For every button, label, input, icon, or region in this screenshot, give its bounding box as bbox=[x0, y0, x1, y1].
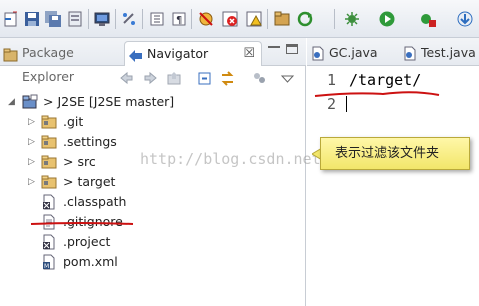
link-with-editor-icon[interactable] bbox=[219, 70, 236, 87]
file-x-icon bbox=[41, 234, 57, 250]
tab-label: Navigator bbox=[147, 46, 209, 61]
toolbar-separator bbox=[334, 9, 335, 29]
svg-text:M: M bbox=[44, 263, 49, 270]
red-underline-target bbox=[314, 91, 440, 97]
editor-panel: GC.java Test.java 1 2 /target/ bbox=[307, 38, 479, 306]
navigator-panel: Package Explorer Navigator ☒ ◢ > J2SE [J… bbox=[0, 38, 306, 306]
expand-arrow-icon[interactable]: ▷ bbox=[28, 152, 38, 172]
svg-text:¶: ¶ bbox=[176, 15, 182, 26]
save-icon[interactable] bbox=[23, 10, 41, 28]
project-icon bbox=[22, 94, 38, 110]
annotation-callout: 表示过滤该文件夹 bbox=[320, 137, 470, 170]
java-file-icon bbox=[311, 46, 326, 61]
tree-label: .git bbox=[63, 114, 84, 129]
tree-item-file[interactable]: .classpath bbox=[8, 192, 208, 212]
tree-label: .settings bbox=[63, 134, 117, 149]
tab-test-java[interactable]: Test.java bbox=[399, 42, 479, 66]
view-menu-icon[interactable] bbox=[279, 70, 296, 87]
collapse-all-icon[interactable] bbox=[196, 70, 213, 87]
tree-label: .classpath bbox=[63, 194, 127, 209]
view-toolbar bbox=[0, 66, 306, 92]
link-icon[interactable] bbox=[120, 10, 138, 28]
tab-package-explorer[interactable]: Package Explorer bbox=[0, 41, 124, 84]
minimize-icon[interactable] bbox=[268, 46, 280, 49]
grid-icon[interactable] bbox=[148, 10, 166, 28]
close-icon[interactable]: ☒ bbox=[243, 42, 255, 66]
tree-label: .project bbox=[63, 234, 111, 249]
save-all-icon[interactable] bbox=[44, 10, 62, 28]
folder-icon bbox=[41, 154, 57, 170]
expand-arrow-icon[interactable]: ▷ bbox=[28, 132, 38, 152]
bug-off-icon[interactable] bbox=[197, 10, 215, 28]
expand-arrow-icon[interactable]: ▷ bbox=[28, 172, 38, 192]
tree-item-project[interactable]: ◢ > J2SE [J2SE master] bbox=[8, 92, 208, 112]
tree-item-folder[interactable]: ▷ .settings bbox=[8, 132, 208, 152]
toolbar-separator bbox=[267, 9, 268, 29]
left-tab-bar: Package Explorer Navigator ☒ bbox=[0, 38, 306, 84]
editor-tab-bar: GC.java Test.java bbox=[307, 38, 479, 66]
folder-icon bbox=[41, 114, 57, 130]
collapse-arrow-icon[interactable]: ◢ bbox=[8, 92, 18, 112]
tree-item-folder[interactable]: ▷ > target bbox=[8, 172, 208, 192]
tree-item-file[interactable]: .project bbox=[8, 232, 208, 252]
toolbar-separator bbox=[88, 9, 89, 29]
run-icon[interactable] bbox=[378, 10, 396, 28]
tree-label: pom.xml bbox=[63, 254, 118, 269]
main-toolbar: ¶ bbox=[0, 0, 479, 38]
tab-navigator[interactable]: Navigator ☒ bbox=[124, 41, 262, 66]
file-x-icon bbox=[41, 194, 57, 210]
toolbar-separator bbox=[142, 9, 143, 29]
xml-file-icon: M bbox=[41, 254, 57, 270]
refresh-icon[interactable] bbox=[296, 10, 314, 28]
tab-gc-java[interactable]: GC.java bbox=[307, 42, 395, 66]
navigator-icon bbox=[128, 47, 143, 62]
filter-icon[interactable] bbox=[251, 70, 268, 87]
run-config-icon[interactable] bbox=[419, 10, 437, 28]
back-icon[interactable] bbox=[118, 70, 135, 87]
warning-icon[interactable] bbox=[245, 10, 263, 28]
up-folder-icon[interactable] bbox=[166, 70, 183, 87]
red-underline-gitignore bbox=[30, 222, 134, 225]
paragraph-icon[interactable]: ¶ bbox=[170, 10, 188, 28]
expand-arrow-icon[interactable]: ▷ bbox=[28, 112, 38, 132]
error-icon[interactable] bbox=[221, 10, 239, 28]
gear-bug-icon[interactable] bbox=[343, 10, 361, 28]
tree-label: > J2SE [J2SE master] bbox=[43, 94, 175, 109]
folder-icon bbox=[41, 134, 57, 150]
line-number-gutter: 1 2 bbox=[307, 66, 344, 306]
java-file-icon bbox=[403, 46, 418, 61]
tab-label: Test.java bbox=[421, 45, 476, 60]
terminal-icon[interactable] bbox=[93, 10, 111, 28]
toolbar-separator bbox=[115, 9, 116, 29]
folder-icon bbox=[41, 174, 57, 190]
tree-label: > src bbox=[63, 154, 96, 169]
forward-icon[interactable] bbox=[142, 70, 159, 87]
tree-item-folder[interactable]: ▷ .git bbox=[8, 112, 208, 132]
tree-item-file[interactable]: M pom.xml bbox=[8, 252, 208, 272]
package-icon[interactable] bbox=[273, 10, 291, 28]
new-icon[interactable] bbox=[2, 10, 20, 28]
package-explorer-icon bbox=[3, 46, 18, 62]
watermark: http://blog.csdn.net/ bbox=[140, 150, 330, 168]
maximize-icon[interactable] bbox=[286, 44, 298, 54]
print-icon[interactable] bbox=[66, 10, 84, 28]
toolbar-separator bbox=[191, 9, 192, 29]
arrow-down-icon[interactable] bbox=[456, 10, 474, 28]
tree-label: > target bbox=[63, 174, 116, 189]
tab-label: GC.java bbox=[329, 45, 378, 60]
